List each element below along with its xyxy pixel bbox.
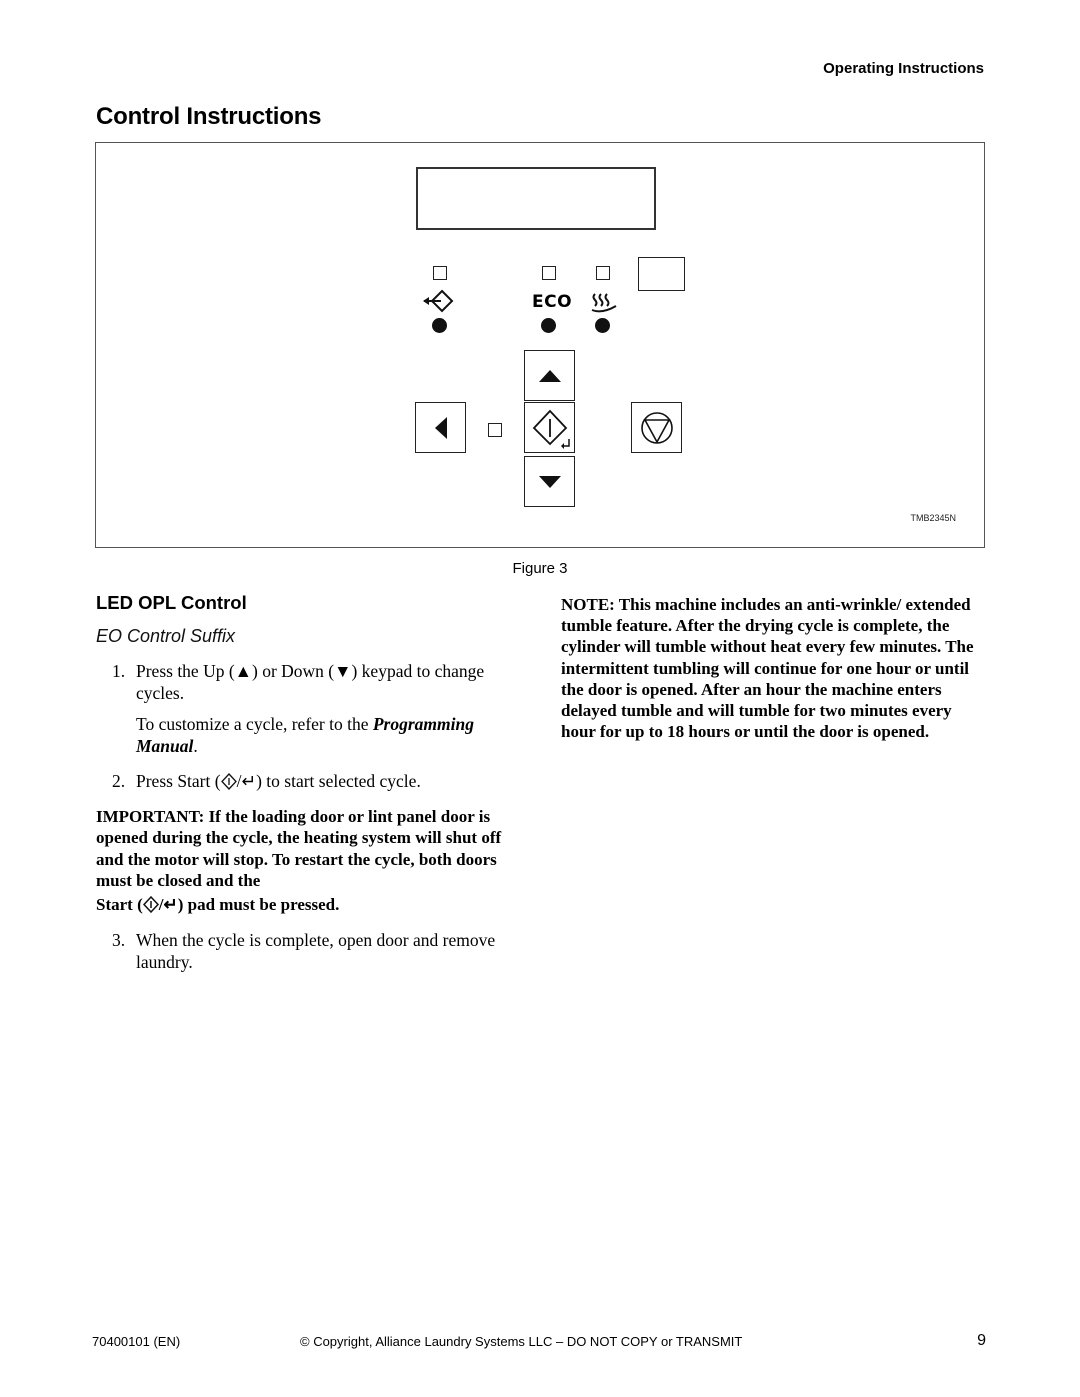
- important-text: Start (: [96, 894, 143, 914]
- up-arrow-key[interactable]: [524, 350, 575, 401]
- stop-key[interactable]: [631, 402, 682, 453]
- step-2: 2. Press Start ( /↵) to start selected cy…: [96, 771, 520, 793]
- running-head: Operating Instructions: [823, 60, 984, 77]
- note-text: To customize a cycle, refer to the: [136, 714, 373, 734]
- step-text: Press the Up (: [136, 661, 235, 681]
- heat-waves-icon: [590, 291, 618, 315]
- figure-caption: Figure 3: [512, 560, 568, 577]
- start-delay-icon: [422, 289, 456, 313]
- left-column: LED OPL Control EO Control Suffix 1. Pre…: [96, 592, 520, 973]
- section-title: LED OPL Control: [96, 592, 247, 613]
- stop-icon: [640, 411, 673, 444]
- subsection-title: EO Control Suffix: [96, 626, 236, 646]
- auxiliary-display: [638, 257, 685, 291]
- important-notice: IMPORTANT: If the loading door or lint p…: [96, 806, 520, 916]
- down-arrow-key[interactable]: [524, 456, 575, 507]
- step-number: 2.: [112, 771, 126, 791]
- control-panel-figure: ECO TMB2345N: [95, 142, 985, 548]
- eco-label: ECO: [532, 292, 573, 312]
- start-enter-key[interactable]: [524, 402, 575, 453]
- left-arrow-key[interactable]: [415, 402, 466, 453]
- step-3: 3. When the cycle is complete, open door…: [96, 930, 520, 973]
- right-column: NOTE: This machine includes an anti-wrin…: [561, 594, 981, 742]
- note-anti-wrinkle: NOTE: This machine includes an anti-wrin…: [561, 595, 974, 742]
- important-text: IMPORTANT: If the loading door or lint p…: [96, 806, 502, 891]
- led-indicator-keypad: [488, 423, 502, 437]
- led-indicator-eco: [542, 266, 556, 280]
- left-arrow-icon: [434, 416, 447, 439]
- figure-id: TMB2345N: [910, 513, 956, 523]
- step-text: /↵) to start selected cycle.: [236, 771, 421, 791]
- led-indicator-start-delay: [433, 266, 447, 280]
- indicator-dot-eco: [541, 318, 556, 333]
- down-arrow-icon: [538, 475, 561, 488]
- page-title: Control Instructions: [96, 103, 322, 130]
- enter-icon: [561, 439, 570, 449]
- step-text: When the cycle is complete, open door an…: [136, 930, 496, 972]
- step-text: ) or Down (: [252, 661, 335, 681]
- note-text: .: [193, 735, 198, 756]
- step-1-note: To customize a cycle, refer to the Progr…: [96, 714, 520, 757]
- indicator-dot-start-delay: [432, 318, 447, 333]
- step-number: 3.: [112, 930, 126, 950]
- step-number: 1.: [112, 661, 126, 681]
- up-arrow-icon: [538, 369, 561, 382]
- up-triangle-icon: ▲: [234, 661, 252, 681]
- page-number: 9: [977, 1332, 986, 1349]
- led-indicator-heat: [596, 266, 610, 280]
- step-text: Press Start (: [136, 771, 221, 791]
- step-1: 1. Press the Up (▲) or Down (▼) keypad t…: [96, 661, 520, 704]
- start-symbol-icon: [142, 895, 159, 913]
- important-text: /↵) pad must be pressed.: [158, 894, 340, 914]
- document-code: 70400101 (EN): [92, 1334, 181, 1349]
- display-window: [416, 167, 656, 230]
- indicator-dot-heat: [595, 318, 610, 333]
- copyright-notice: © Copyright, Alliance Laundry Systems LL…: [300, 1334, 743, 1349]
- down-triangle-icon: ▼: [334, 661, 352, 681]
- start-symbol-icon: [220, 773, 237, 790]
